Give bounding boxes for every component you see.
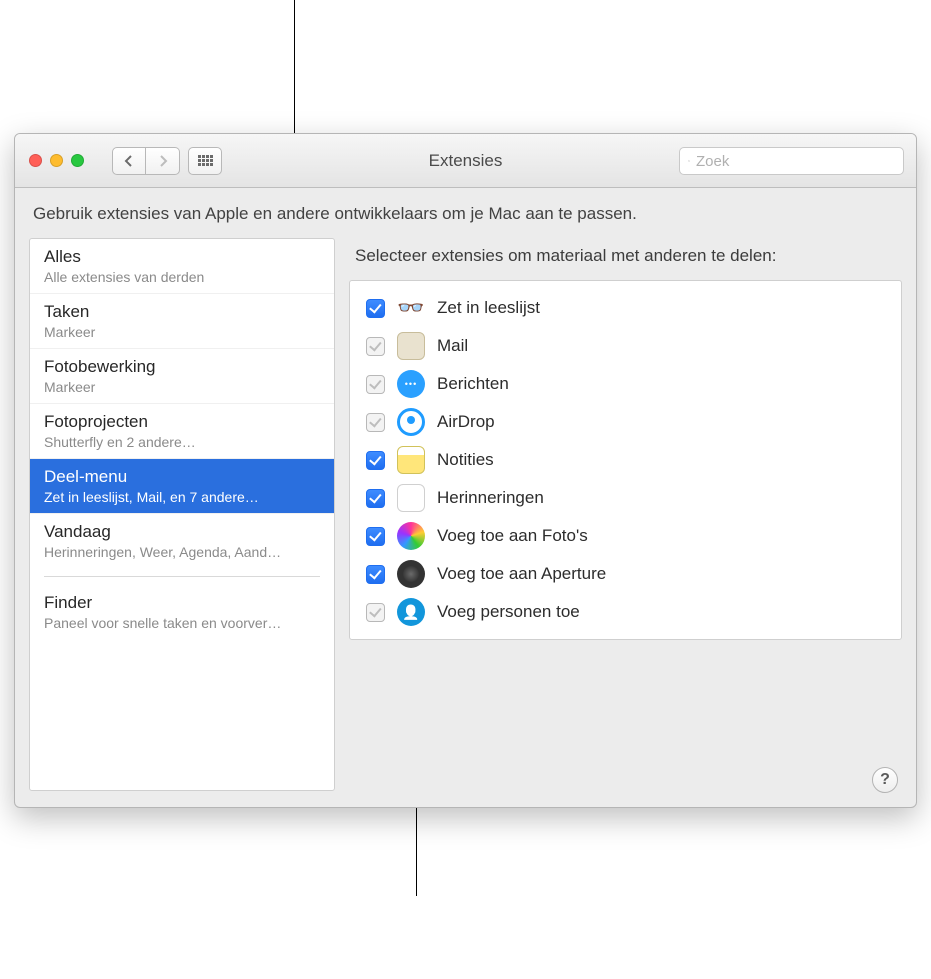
sidebar-item-subtitle: Herinneringen, Weer, Agenda, Aand… — [44, 544, 320, 560]
sidebar-item-title: Fotoprojecten — [44, 412, 320, 432]
extension-checkbox[interactable] — [366, 489, 385, 508]
sidebar-item-finder[interactable]: Finder Paneel voor snelle taken en voorve… — [30, 585, 334, 639]
sidebar-item-subtitle: Alle extensies van derden — [44, 269, 320, 285]
sidebar-item-title: Deel-menu — [44, 467, 320, 487]
extension-checkbox[interactable] — [366, 451, 385, 470]
extension-checkbox[interactable] — [366, 299, 385, 318]
photos-icon — [397, 522, 425, 550]
chevron-right-icon — [158, 155, 168, 167]
mail-icon — [397, 332, 425, 360]
preferences-window: Extensies Gebruik extensies van Apple en… — [14, 133, 917, 808]
reminders-icon — [397, 484, 425, 512]
forward-button[interactable] — [146, 147, 180, 175]
main-heading: Selecteer extensies om materiaal met and… — [349, 238, 902, 280]
chevron-left-icon — [124, 155, 134, 167]
sidebar-item-title: Finder — [44, 593, 320, 613]
extension-label: Voeg personen toe — [437, 602, 580, 622]
sidebar-item-subtitle: Zet in leeslijst, Mail, en 7 andere… — [44, 489, 320, 505]
aperture-icon — [397, 560, 425, 588]
sidebar-item-title: Vandaag — [44, 522, 320, 542]
sidebar-item-title: Alles — [44, 247, 320, 267]
sidebar-item-fotobewerking[interactable]: Fotobewerking Markeer — [30, 349, 334, 404]
sidebar-item-title: Taken — [44, 302, 320, 322]
extension-row: 👓 Zet in leeslijst — [356, 289, 895, 327]
show-all-button[interactable] — [188, 147, 222, 175]
extension-label: Voeg toe aan Foto's — [437, 526, 588, 546]
description-text: Gebruik extensies van Apple en andere on… — [15, 188, 916, 238]
sidebar-item-deel-menu[interactable]: Deel-menu Zet in leeslijst, Mail, en 7 an… — [30, 459, 334, 514]
sidebar-item-subtitle: Markeer — [44, 324, 320, 340]
extension-checkbox — [366, 603, 385, 622]
back-button[interactable] — [112, 147, 146, 175]
notes-icon — [397, 446, 425, 474]
main-panel: Selecteer extensies om materiaal met and… — [349, 238, 902, 791]
extension-label: Zet in leeslijst — [437, 298, 540, 318]
sidebar-item-alles[interactable]: Alles Alle extensies van derden — [30, 239, 334, 294]
window-controls — [29, 154, 84, 167]
extension-list: 👓 Zet in leeslijst Mail Berichten AirDrop Not… — [349, 280, 902, 640]
sidebar-item-taken[interactable]: Taken Markeer — [30, 294, 334, 349]
extension-checkbox[interactable] — [366, 565, 385, 584]
sidebar-item-subtitle: Markeer — [44, 379, 320, 395]
extension-row: Voeg toe aan Aperture — [356, 555, 895, 593]
extension-checkbox — [366, 375, 385, 394]
extension-label: Herinneringen — [437, 488, 544, 508]
extension-label: Mail — [437, 336, 468, 356]
extension-row: AirDrop — [356, 403, 895, 441]
extension-row: Voeg toe aan Foto's — [356, 517, 895, 555]
extension-label: Notities — [437, 450, 494, 470]
minimize-button[interactable] — [50, 154, 63, 167]
extension-row: Berichten — [356, 365, 895, 403]
extension-checkbox — [366, 413, 385, 432]
sidebar-item-subtitle: Paneel voor snelle taken en voorver… — [44, 615, 320, 631]
extension-row: Voeg personen toe — [356, 593, 895, 631]
airdrop-icon — [397, 408, 425, 436]
extension-checkbox[interactable] — [366, 527, 385, 546]
sidebar-item-subtitle: Shutterfly en 2 andere… — [44, 434, 320, 450]
people-icon — [397, 598, 425, 626]
extension-row: Mail — [356, 327, 895, 365]
glasses-icon: 👓 — [397, 294, 425, 322]
extension-label: Berichten — [437, 374, 509, 394]
extension-row: Herinneringen — [356, 479, 895, 517]
close-button[interactable] — [29, 154, 42, 167]
content-area: Alles Alle extensies van derden Taken Marke… — [15, 238, 916, 805]
extension-label: AirDrop — [437, 412, 495, 432]
help-button[interactable]: ? — [872, 767, 898, 793]
sidebar-item-vandaag[interactable]: Vandaag Herinneringen, Weer, Agenda, Aand… — [30, 514, 334, 568]
extension-row: Notities — [356, 441, 895, 479]
extension-label: Voeg toe aan Aperture — [437, 564, 606, 584]
search-icon — [688, 154, 690, 168]
search-field[interactable] — [679, 147, 904, 175]
sidebar: Alles Alle extensies van derden Taken Marke… — [29, 238, 335, 791]
sidebar-item-title: Fotobewerking — [44, 357, 320, 377]
titlebar: Extensies — [15, 134, 916, 188]
sidebar-separator — [44, 576, 320, 577]
search-input[interactable] — [696, 153, 895, 170]
extension-checkbox — [366, 337, 385, 356]
nav-group — [112, 147, 180, 175]
grid-icon — [198, 155, 213, 166]
zoom-button[interactable] — [71, 154, 84, 167]
messages-icon — [397, 370, 425, 398]
sidebar-item-fotoprojecten[interactable]: Fotoprojecten Shutterfly en 2 andere… — [30, 404, 334, 459]
